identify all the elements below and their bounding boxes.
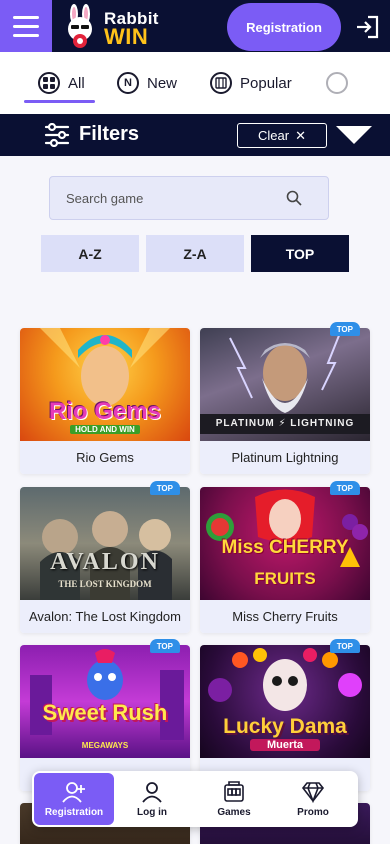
filters-title: Filters	[79, 123, 140, 145]
nav-games-label: Games	[217, 806, 251, 818]
menu-line	[13, 15, 39, 19]
tab-new[interactable]: N New	[117, 68, 177, 98]
login-icon[interactable]	[354, 14, 380, 40]
active-tab-indicator	[24, 100, 95, 103]
top-badge: TOP	[329, 322, 360, 336]
game-art-subtitle: HOLD AND WIN	[70, 425, 140, 434]
menu-line	[13, 24, 39, 28]
game-art-word: LIGHTNING	[290, 418, 355, 429]
nav-games[interactable]: Games	[194, 773, 274, 825]
grid-icon	[38, 72, 60, 94]
app-header: Rabbit WIN Registration	[0, 0, 390, 52]
sort-top-button[interactable]: TOP	[251, 235, 349, 272]
game-thumbnail: Sweet Rush MEGAWAYS	[20, 645, 190, 758]
game-card-platinum-lightning[interactable]: TOP PLATINUM ⚡ LIGHTNING Platinum Lightn…	[200, 322, 370, 474]
game-title: Miss Cherry Fruits	[200, 600, 370, 633]
game-card-avalon[interactable]: TOP AVALON THE LOST KINGDOM Avalon: The …	[20, 481, 190, 633]
more-category-icon	[326, 72, 348, 94]
nav-promo[interactable]: Promo	[273, 773, 353, 825]
game-thumbnail: Miss CHERRY FRUITS	[200, 487, 370, 600]
popular-icon	[210, 72, 232, 94]
tab-new-label: New	[147, 74, 178, 92]
tab-popular[interactable]: Popular	[210, 68, 292, 98]
tab-all-label: All	[68, 74, 85, 92]
nav-login-label: Log in	[137, 806, 167, 818]
tab-all[interactable]: All	[38, 68, 85, 98]
game-art-word: PLATINUM	[215, 418, 275, 429]
game-title: Rio Gems	[20, 441, 190, 474]
brand-name-line2: WIN	[104, 24, 149, 49]
game-thumbnail: PLATINUM ⚡ LIGHTNING	[200, 328, 370, 441]
rabbit-win-logo[interactable]: Rabbit WIN	[58, 4, 174, 49]
game-thumbnail: Rio Gems HOLD AND WIN	[20, 328, 190, 441]
game-art-subtitle: MEGAWAYS	[81, 741, 129, 750]
sort-za-button[interactable]: Z-A	[146, 235, 244, 272]
top-badge: TOP	[149, 481, 180, 495]
nav-login[interactable]: Log in	[112, 773, 192, 825]
add-user-icon	[62, 781, 85, 803]
bottom-navigation: Registration Log in Games Promo	[32, 771, 358, 827]
game-art-subtitle: THE LOST KINGDOM	[58, 579, 152, 589]
game-card-rio-gems[interactable]: Rio Gems HOLD AND WIN Rio Gems	[20, 328, 190, 474]
game-art-title: Rio Gems	[48, 398, 162, 425]
game-art-subtitle: FRUITS	[254, 569, 316, 588]
clear-filters-button[interactable]: Clear ✕	[237, 123, 327, 148]
game-art-title: Miss CHERRY	[221, 537, 349, 558]
game-art-subtitle: Muerta	[250, 739, 320, 751]
menu-line	[13, 33, 39, 37]
nav-registration[interactable]: Registration	[34, 773, 114, 825]
nav-promo-label: Promo	[297, 806, 329, 818]
tab-more[interactable]	[326, 68, 348, 98]
new-badge-icon: N	[117, 72, 139, 94]
top-badge: TOP	[149, 639, 180, 653]
game-card-sweet-rush[interactable]: TOP Sweet Rush MEGAWAYS	[20, 639, 190, 791]
game-thumbnail: Lucky Dama Muerta	[200, 645, 370, 758]
registration-button[interactable]: Registration	[227, 3, 341, 51]
game-art-title: AVALON	[50, 549, 160, 575]
filters-bar[interactable]: Filters Clear ✕	[0, 114, 390, 156]
search-box	[49, 176, 329, 220]
game-card-miss-cherry-fruits[interactable]: TOP Miss CHERRY FRUITS Miss Cherry Fruit…	[200, 481, 370, 633]
game-thumbnail: AVALON THE LOST KINGDOM	[20, 487, 190, 600]
tab-popular-label: Popular	[240, 74, 292, 92]
top-badge: TOP	[329, 481, 360, 495]
game-card-lucky-dama-muerta[interactable]: TOP Lucky Dama Muerta	[200, 639, 370, 791]
rabbit-logo-icon	[68, 4, 92, 48]
game-art-title: Lucky Dama	[223, 715, 347, 738]
chevron-down-icon[interactable]	[336, 126, 372, 144]
diamond-icon	[301, 781, 325, 803]
nav-registration-label: Registration	[44, 806, 104, 818]
clear-label: Clear	[258, 128, 290, 143]
category-tabs: All N New Popular	[0, 52, 390, 114]
search-icon[interactable]	[286, 190, 302, 206]
sort-az-button[interactable]: A-Z	[41, 235, 139, 272]
user-icon	[142, 781, 162, 803]
sliders-icon	[44, 123, 70, 147]
game-art-title: PLATINUM ⚡ LIGHTNING	[215, 418, 355, 429]
game-title: Platinum Lightning	[200, 441, 370, 474]
top-badge: TOP	[329, 639, 360, 653]
close-icon: ✕	[295, 127, 306, 143]
game-art-title: Sweet Rush	[42, 700, 168, 725]
slot-machine-icon	[224, 780, 244, 802]
hamburger-menu-button[interactable]	[0, 0, 52, 52]
game-title: Avalon: The Lost Kingdom	[20, 600, 190, 633]
search-input[interactable]	[50, 177, 290, 219]
